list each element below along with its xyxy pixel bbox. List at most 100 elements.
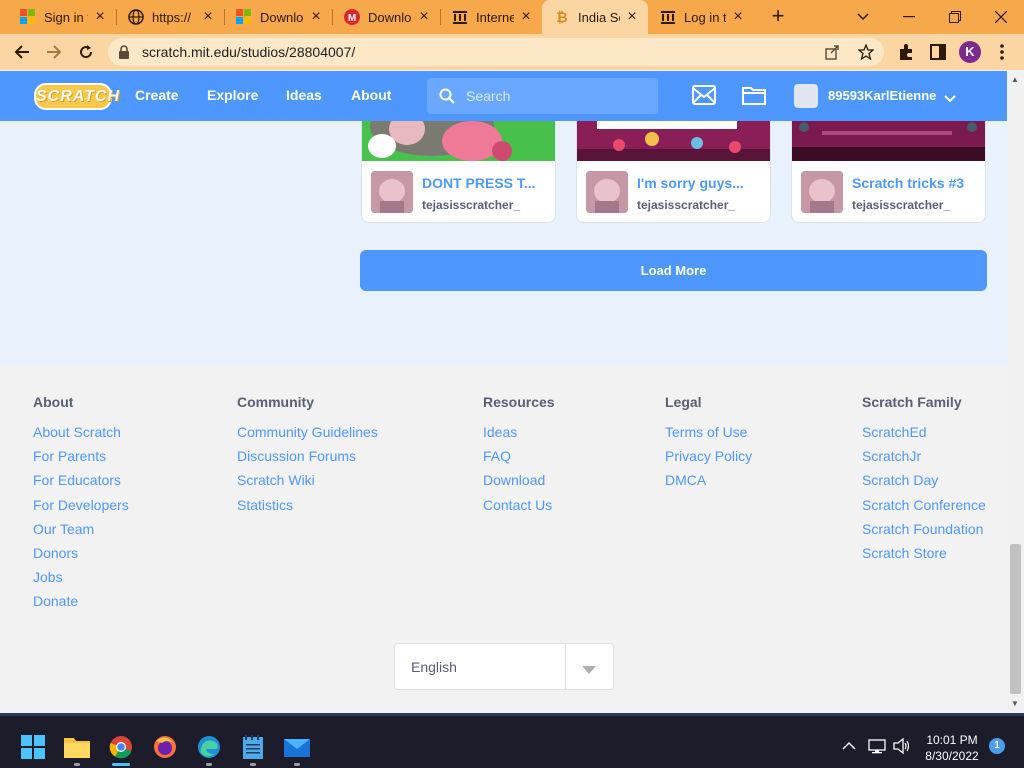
footer-link[interactable]: Scratch Day bbox=[862, 472, 986, 496]
search-input[interactable]: Search bbox=[427, 78, 658, 114]
tab-sign-in[interactable]: Sign in to × bbox=[8, 0, 116, 34]
my-stuff-folder-icon[interactable] bbox=[742, 85, 766, 107]
file-explorer-icon[interactable] bbox=[64, 734, 90, 760]
load-more-button[interactable]: Load More bbox=[360, 250, 987, 291]
close-tab-icon[interactable]: × bbox=[92, 9, 108, 25]
footer-link[interactable]: Discussion Forums bbox=[237, 448, 378, 472]
project-card[interactable]: Scratch tricks #3 tejasisscratcher_ bbox=[791, 121, 986, 223]
footer-link[interactable]: Scratch Conference bbox=[862, 497, 986, 521]
close-tab-icon[interactable]: × bbox=[518, 9, 534, 25]
footer-link[interactable]: ScratchJr bbox=[862, 448, 986, 472]
footer-link[interactable]: DMCA bbox=[665, 472, 752, 496]
tab-download-2[interactable]: M Downlo × bbox=[332, 0, 440, 34]
vertical-scrollbar[interactable]: ▲ ▼ bbox=[1007, 71, 1024, 713]
scroll-up-arrow-icon[interactable]: ▲ bbox=[1011, 75, 1019, 84]
author-avatar[interactable] bbox=[801, 171, 843, 213]
mail-icon[interactable] bbox=[284, 734, 310, 760]
share-icon[interactable] bbox=[824, 44, 840, 60]
footer-link[interactable]: About Scratch bbox=[33, 424, 129, 448]
reload-button[interactable] bbox=[74, 40, 98, 64]
footer-link[interactable]: Community Guidelines bbox=[237, 424, 378, 448]
edge-icon[interactable] bbox=[196, 734, 222, 760]
close-window-button[interactable] bbox=[978, 0, 1024, 34]
new-tab-button[interactable]: + bbox=[766, 5, 790, 29]
author-avatar[interactable] bbox=[586, 171, 628, 213]
project-thumbnail[interactable] bbox=[577, 121, 771, 161]
footer-link[interactable]: Privacy Policy bbox=[665, 448, 752, 472]
project-thumbnail[interactable] bbox=[792, 121, 986, 161]
user-avatar[interactable] bbox=[794, 84, 818, 108]
project-title[interactable]: Scratch tricks #3 bbox=[852, 175, 980, 191]
tab-download-1[interactable]: Downlo × bbox=[224, 0, 332, 34]
bookmark-star-icon[interactable] bbox=[857, 43, 875, 61]
footer-link[interactable]: Download bbox=[483, 472, 555, 496]
nav-about[interactable]: About bbox=[351, 87, 391, 103]
footer-link[interactable]: Scratch Wiki bbox=[237, 472, 378, 496]
language-select[interactable]: English bbox=[394, 643, 614, 690]
close-tab-icon[interactable]: × bbox=[624, 9, 640, 25]
footer-link[interactable]: For Parents bbox=[33, 448, 129, 472]
network-icon[interactable] bbox=[868, 738, 886, 756]
notification-badge[interactable]: 1 bbox=[989, 738, 1005, 754]
close-tab-icon[interactable]: × bbox=[308, 9, 324, 25]
clock-time: 10:01 PM bbox=[926, 733, 978, 747]
tab-search-button[interactable] bbox=[840, 0, 886, 34]
footer-link[interactable]: Scratch Store bbox=[862, 545, 986, 569]
taskbar-clock[interactable]: 10:01 PM 8/30/2022 bbox=[920, 732, 984, 764]
messages-icon[interactable] bbox=[692, 85, 716, 107]
footer-link[interactable]: ScratchEd bbox=[862, 424, 986, 448]
tab-internet-archive[interactable]: Internet × bbox=[440, 0, 542, 34]
project-card[interactable]: I'm sorry guys... tejasisscratcher_ bbox=[576, 121, 771, 223]
chrome-menu-icon[interactable] bbox=[992, 42, 1012, 62]
address-bar[interactable]: scratch.mit.edu/studios/28804007/ bbox=[108, 38, 884, 66]
close-tab-icon[interactable]: × bbox=[730, 9, 746, 25]
project-author[interactable]: tejasisscratcher_ bbox=[422, 198, 520, 212]
project-author[interactable]: tejasisscratcher_ bbox=[852, 198, 950, 212]
project-title[interactable]: DONT PRESS T... bbox=[422, 175, 550, 191]
footer-link[interactable]: Jobs bbox=[33, 569, 129, 593]
restore-button[interactable] bbox=[932, 0, 978, 34]
scroll-down-arrow-icon[interactable]: ▼ bbox=[1011, 699, 1019, 708]
username[interactable]: 89593KarlEtienne bbox=[828, 88, 936, 103]
footer-link[interactable]: Ideas bbox=[483, 424, 555, 448]
close-tab-icon[interactable]: × bbox=[416, 9, 432, 25]
nav-explore[interactable]: Explore bbox=[207, 87, 258, 103]
nav-ideas[interactable]: Ideas bbox=[286, 87, 322, 103]
tab-https[interactable]: https:// × bbox=[116, 0, 224, 34]
footer-link[interactable]: Scratch Foundation bbox=[862, 521, 986, 545]
project-thumbnail[interactable] bbox=[362, 121, 556, 161]
footer-link[interactable]: Donate bbox=[33, 593, 129, 617]
profile-avatar[interactable]: K bbox=[959, 41, 981, 63]
nav-create[interactable]: Create bbox=[135, 87, 179, 103]
windows-taskbar: 10:01 PM 8/30/2022 1 bbox=[0, 713, 1024, 768]
notepad-icon[interactable] bbox=[240, 734, 266, 760]
tab-log-in[interactable]: Log in t × bbox=[648, 0, 754, 34]
footer-link[interactable]: FAQ bbox=[483, 448, 555, 472]
forward-button[interactable] bbox=[42, 40, 66, 64]
show-hidden-icons-chevron-icon[interactable] bbox=[842, 738, 860, 756]
project-author[interactable]: tejasisscratcher_ bbox=[637, 198, 735, 212]
windows-start-icon[interactable] bbox=[20, 734, 46, 760]
minimize-button[interactable] bbox=[886, 0, 932, 34]
footer-link[interactable]: Our Team bbox=[33, 521, 129, 545]
firefox-icon[interactable] bbox=[152, 734, 178, 760]
scrollbar-thumb[interactable] bbox=[1010, 544, 1021, 694]
project-card[interactable]: DONT PRESS T... tejasisscratcher_ bbox=[361, 121, 556, 223]
extensions-icon[interactable] bbox=[896, 42, 916, 62]
footer-link[interactable]: Donors bbox=[33, 545, 129, 569]
side-panel-icon[interactable] bbox=[928, 42, 948, 62]
chrome-icon[interactable] bbox=[108, 734, 134, 760]
footer-link[interactable]: For Developers bbox=[33, 497, 129, 521]
scratch-logo[interactable]: SCRATCH bbox=[34, 83, 119, 110]
project-title[interactable]: I'm sorry guys... bbox=[637, 175, 765, 191]
footer-link[interactable]: For Educators bbox=[33, 472, 129, 496]
footer-link[interactable]: Terms of Use bbox=[665, 424, 752, 448]
footer-link[interactable]: Contact Us bbox=[483, 497, 555, 521]
chevron-down-icon[interactable] bbox=[944, 90, 956, 108]
author-avatar[interactable] bbox=[371, 171, 413, 213]
volume-icon[interactable] bbox=[893, 737, 911, 756]
back-button[interactable] bbox=[10, 40, 34, 64]
close-tab-icon[interactable]: × bbox=[200, 9, 216, 25]
footer-link[interactable]: Statistics bbox=[237, 497, 378, 521]
tab-india-scratch-active[interactable]: ₿ India Sc × bbox=[542, 0, 648, 34]
